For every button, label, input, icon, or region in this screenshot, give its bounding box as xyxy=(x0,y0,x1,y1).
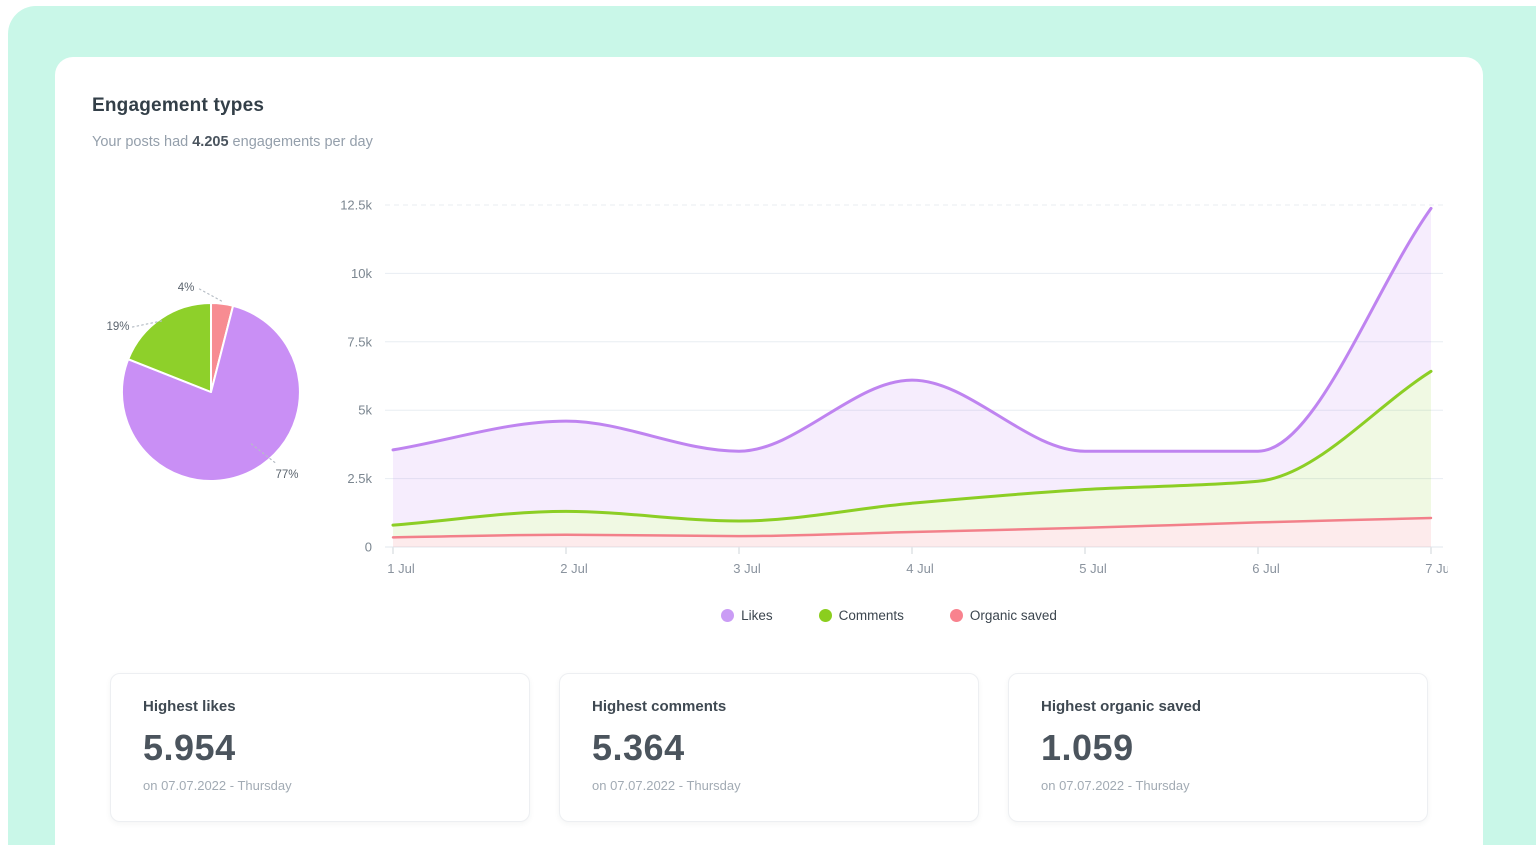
y-axis-label: 7.5k xyxy=(347,334,372,349)
pie-percent-label-organic-saved: 4% xyxy=(178,282,195,294)
stat-card-highest-organic-saved: Highest organic saved 1.059 on 07.07.202… xyxy=(1008,673,1428,822)
highlight-cards-row: Highest likes 5.954 on 07.07.2022 - Thur… xyxy=(110,673,1428,822)
screen: Engagement types Your posts had 4.205 en… xyxy=(0,0,1536,845)
panel-subtitle: Your posts had 4.205 engagements per day xyxy=(92,134,373,150)
stat-card-highest-likes: Highest likes 5.954 on 07.07.2022 - Thur… xyxy=(110,673,530,822)
panel-title: Engagement types xyxy=(92,95,265,116)
engagement-types-panel: Engagement types Your posts had 4.205 en… xyxy=(55,57,1483,845)
y-axis-label: 10k xyxy=(351,266,372,281)
legend-item-comments[interactable]: Comments xyxy=(818,608,904,623)
x-axis-label: 1 Jul xyxy=(387,561,415,576)
x-axis-label: 3 Jul xyxy=(733,561,761,576)
chart-legend: Likes Comments Organic saved xyxy=(330,608,1448,623)
legend-label-comments: Comments xyxy=(838,608,904,623)
card-value: 5.364 xyxy=(592,727,685,768)
legend-item-likes[interactable]: Likes xyxy=(721,608,773,623)
x-axis-label: 7 Jul xyxy=(1425,561,1448,576)
legend-label-organic-saved: Organic saved xyxy=(969,608,1057,623)
y-axis-label: 0 xyxy=(365,540,372,555)
subtitle-value: 4.205 xyxy=(192,134,229,150)
card-date: on 07.07.2022 - Thursday xyxy=(143,778,292,793)
area-chart[interactable]: 0 2.5k 5k 7.5k 10k 12.5k 1 Jul 2 Jul 3 Jul 4 Jul 5… xyxy=(330,195,1448,590)
x-axis-label: 6 Jul xyxy=(1252,561,1280,576)
y-axis-label: 12.5k xyxy=(340,198,372,213)
card-date: on 07.07.2022 - Thursday xyxy=(1041,778,1190,793)
x-axis-label: 4 Jul xyxy=(906,561,934,576)
card-title: Highest comments xyxy=(592,698,727,715)
pie-chart[interactable]: 4% 77% 19% xyxy=(91,272,331,512)
card-value: 1.059 xyxy=(1041,727,1134,768)
subtitle-suffix: engagements per day xyxy=(228,134,373,150)
card-value: 5.954 xyxy=(143,727,236,768)
card-title: Highest likes xyxy=(143,698,236,715)
legend-item-organic-saved[interactable]: Organic saved xyxy=(949,608,1057,623)
card-date: on 07.07.2022 - Thursday xyxy=(592,778,741,793)
legend-dot-comments-icon xyxy=(818,609,832,622)
pie-label-leader-line xyxy=(198,288,223,302)
card-title: Highest organic saved xyxy=(1041,698,1202,715)
stat-card-highest-comments: Highest comments 5.364 on 07.07.2022 - T… xyxy=(559,673,979,822)
y-axis-label: 2.5k xyxy=(347,471,372,486)
legend-dot-likes-icon xyxy=(721,609,735,622)
subtitle-prefix: Your posts had xyxy=(92,134,193,150)
legend-dot-organic-saved-icon xyxy=(949,609,963,622)
pie-percent-label-comments: 19% xyxy=(106,321,129,333)
legend-label-likes: Likes xyxy=(741,608,773,623)
y-axis-label: 5k xyxy=(358,403,372,418)
x-axis-label: 5 Jul xyxy=(1079,561,1107,576)
x-axis-label: 2 Jul xyxy=(560,561,588,576)
pie-percent-label-likes: 77% xyxy=(275,469,298,481)
